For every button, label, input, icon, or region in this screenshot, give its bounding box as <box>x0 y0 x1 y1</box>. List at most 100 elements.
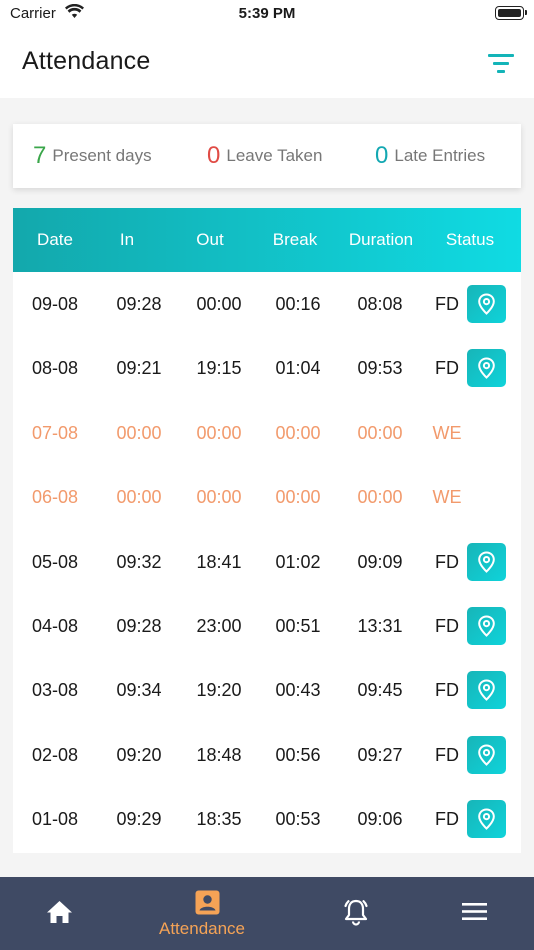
location-pin-icon <box>478 679 495 702</box>
column-header-out: Out <box>196 230 224 249</box>
cell-break: 00:51 <box>275 616 321 636</box>
status-bar: Carrier 5:39 PM <box>0 0 534 30</box>
tab-attendance[interactable]: Attendance <box>140 877 275 950</box>
bottom-tab-bar: Attendance <box>0 877 534 950</box>
battery-icon <box>495 6 527 20</box>
leave-taken-stat: 0 Leave Taken <box>207 142 322 170</box>
location-pin-icon <box>478 808 495 831</box>
present-days-label: Present days <box>52 146 152 165</box>
cell-break: 01:02 <box>275 551 321 572</box>
cell-break: 00:16 <box>275 294 321 314</box>
table-row: 04-08 09:28 23:00 00:51 13:31 FD <box>13 594 521 658</box>
cell-in: 09:29 <box>116 809 162 830</box>
cell-break: 00:53 <box>275 809 321 830</box>
cell-date: 04-08 <box>31 616 79 636</box>
late-entries-stat: 0 Late Entries <box>375 142 485 170</box>
cell-status: FD <box>435 294 459 314</box>
cell-date: 02-08 <box>31 744 79 765</box>
table-row: 02-08 09:20 18:48 00:56 09:27 FD <box>13 723 521 787</box>
leave-taken-label: Leave Taken <box>226 146 323 165</box>
bell-icon <box>344 899 368 926</box>
cell-date: 01-08 <box>31 809 79 830</box>
table-row: 09-08 09:28 00:00 00:16 08:08 FD <box>13 272 521 336</box>
tab-menu[interactable] <box>418 877 534 950</box>
cell-out: 18:35 <box>196 809 242 830</box>
table-row: 07-08 00:00 00:00 00:00 00:00 WE <box>13 401 521 465</box>
cell-status: FD <box>435 744 459 765</box>
table-row: 08-08 09:21 19:15 01:04 09:53 FD <box>13 336 521 400</box>
location-button[interactable] <box>467 285 506 323</box>
location-pin-icon <box>478 357 495 380</box>
cell-duration: 13:31 <box>357 616 403 636</box>
location-button[interactable] <box>467 671 506 710</box>
cell-in: 09:32 <box>116 551 162 572</box>
cell-out: 18:48 <box>196 744 242 765</box>
menu-icon <box>462 903 487 920</box>
late-entries-label: Late Entries <box>394 146 486 165</box>
cell-in: 09:28 <box>116 616 162 636</box>
location-button[interactable] <box>467 349 506 388</box>
cell-status: WE <box>432 487 462 508</box>
cell-in: 09:20 <box>116 744 162 765</box>
tab-attendance-label: Attendance <box>159 919 246 938</box>
cell-duration: 09:09 <box>357 551 403 572</box>
location-pin-icon <box>478 615 495 637</box>
leave-taken-count: 0 <box>207 142 221 169</box>
cell-in: 09:21 <box>116 358 162 379</box>
cell-break: 00:00 <box>275 422 321 443</box>
cell-date: 09-08 <box>31 294 79 314</box>
cell-out: 00:00 <box>196 294 242 314</box>
location-pin-icon <box>478 744 495 766</box>
cell-status: FD <box>435 616 459 636</box>
column-header-status: Status <box>445 230 495 249</box>
cell-break: 00:00 <box>275 487 321 508</box>
cell-break: 00:43 <box>275 680 321 701</box>
app-header: Attendance <box>0 30 534 98</box>
tab-home[interactable] <box>0 877 120 950</box>
cell-duration: 09:45 <box>357 680 403 701</box>
table-row: 06-08 00:00 00:00 00:00 00:00 WE <box>13 465 521 529</box>
location-button[interactable] <box>467 800 506 839</box>
column-header-in: In <box>119 230 135 249</box>
cell-out: 00:00 <box>196 487 242 508</box>
cell-date: 03-08 <box>31 680 79 701</box>
cell-date: 08-08 <box>31 358 79 379</box>
cell-duration: 00:00 <box>357 487 403 508</box>
cell-status: FD <box>435 680 459 701</box>
filter-icon[interactable] <box>488 52 514 74</box>
clock: 5:39 PM <box>238 5 296 22</box>
column-header-break: Break <box>272 230 318 249</box>
table-row: 05-08 09:32 18:41 01:02 09:09 FD <box>13 530 521 594</box>
location-button[interactable] <box>467 607 506 645</box>
column-header-duration: Duration <box>348 230 414 249</box>
cell-date: 05-08 <box>31 551 79 572</box>
cell-date: 07-08 <box>31 422 79 443</box>
attendance-table: Date In Out Break Duration Status 09-08 0… <box>13 208 521 853</box>
cell-duration: 09:53 <box>357 358 403 379</box>
cell-in: 00:00 <box>116 487 162 508</box>
table-row: 01-08 09:29 18:35 00:53 09:06 FD <box>13 787 521 851</box>
location-pin-icon <box>478 551 495 573</box>
location-pin-icon <box>478 293 495 315</box>
cell-out: 19:20 <box>196 680 242 701</box>
cell-status: FD <box>435 551 459 572</box>
late-entries-count: 0 <box>375 142 389 169</box>
cell-duration: 08:08 <box>357 294 403 314</box>
home-icon <box>47 901 72 923</box>
table-header: Date In Out Break Duration Status <box>13 208 521 272</box>
cell-date: 06-08 <box>31 487 79 508</box>
cell-status: FD <box>435 809 459 830</box>
cell-out: 18:41 <box>196 551 242 572</box>
cell-duration: 09:27 <box>357 744 403 765</box>
cell-in: 09:34 <box>116 680 162 701</box>
cell-out: 19:15 <box>196 358 242 379</box>
location-button[interactable] <box>467 735 506 774</box>
location-button[interactable] <box>467 542 506 581</box>
present-days-count: 7 <box>33 142 47 169</box>
cell-duration: 00:00 <box>357 422 403 443</box>
page-title: Attendance <box>22 47 151 75</box>
column-header-date: Date <box>37 230 73 249</box>
cell-status: FD <box>435 358 459 379</box>
cell-break: 01:04 <box>275 358 321 379</box>
tab-notifications[interactable] <box>300 877 412 950</box>
